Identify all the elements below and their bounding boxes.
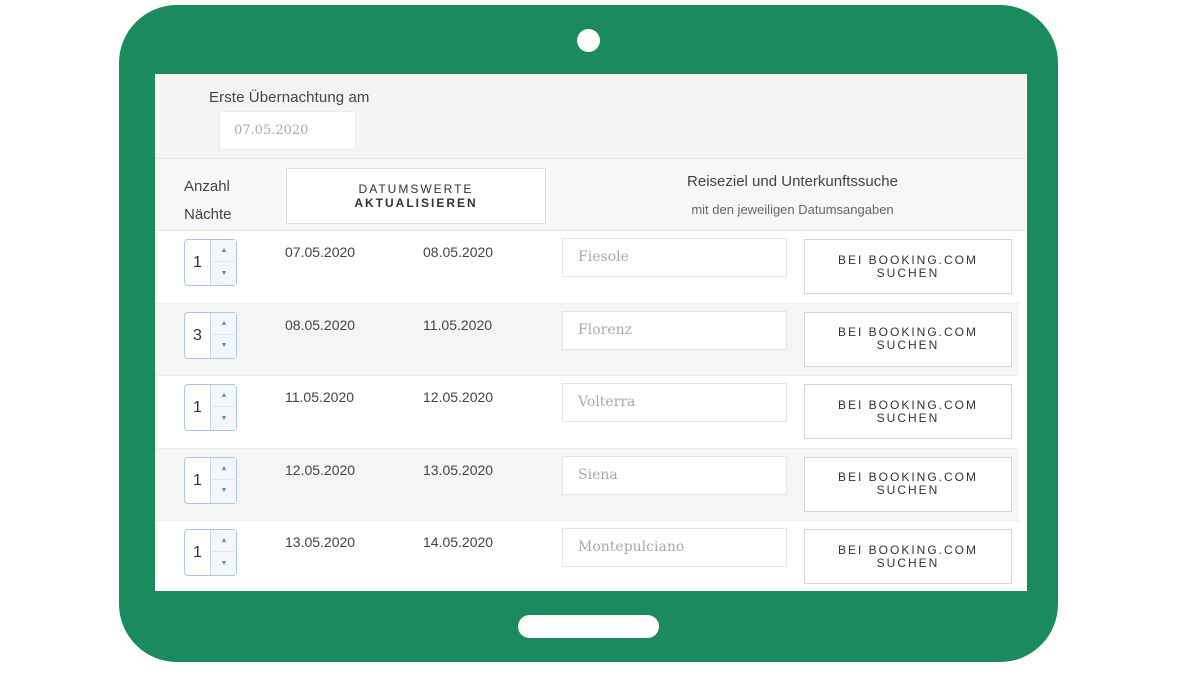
booking-button-line2: SUCHEN bbox=[876, 483, 940, 497]
triangle-up-icon[interactable]: ▲ bbox=[211, 240, 237, 262]
triangle-down-icon[interactable]: ▼ bbox=[211, 407, 237, 429]
screen: Erste Übernachtung am 07.05.2020 Anzahl … bbox=[155, 74, 1027, 591]
destination-input[interactable]: Siena bbox=[562, 455, 787, 495]
triangle-up-icon[interactable]: ▲ bbox=[211, 458, 237, 480]
triangle-down-icon[interactable]: ▼ bbox=[211, 480, 237, 502]
destination-input[interactable]: Volterra bbox=[562, 383, 787, 422]
triangle-down-icon[interactable]: ▼ bbox=[211, 552, 237, 574]
nights-stepper[interactable]: 1 ▲ ▼ bbox=[184, 529, 237, 576]
check-in-date: 07.05.2020 bbox=[285, 244, 356, 260]
booking-search-button[interactable]: BEI BOOKING.COM SUCHEN bbox=[804, 311, 1012, 367]
booking-button-line2: SUCHEN bbox=[876, 265, 940, 280]
nights-value[interactable]: 1 bbox=[185, 530, 210, 575]
table-row: 1 ▲ ▼ 12.05.2020 13.05.2020 Siena BEI BO… bbox=[155, 448, 1019, 521]
camera-icon bbox=[577, 29, 600, 52]
search-column-title: Reiseziel und Unterkunftssuche bbox=[687, 173, 898, 190]
stay-rows: 1 ▲ ▼ 07.05.2020 08.05.2020 Fiesole BEI … bbox=[155, 231, 1027, 591]
stepper-buttons: ▲ ▼ bbox=[210, 385, 237, 430]
table-header: Anzahl Nächte DATUMSWERTE AKTUALISIEREN … bbox=[155, 158, 1027, 231]
booking-button-line2: SUCHEN bbox=[876, 338, 940, 352]
check-out-date: 14.05.2020 bbox=[423, 534, 494, 550]
check-out-date: 13.05.2020 bbox=[423, 461, 494, 478]
triangle-up-icon[interactable]: ▲ bbox=[211, 530, 237, 552]
table-row: 3 ▲ ▼ 08.05.2020 11.05.2020 Florenz BEI … bbox=[155, 303, 1019, 376]
check-in-date: 13.05.2020 bbox=[285, 534, 356, 550]
booking-search-button[interactable]: BEI BOOKING.COM SUCHEN bbox=[804, 456, 1012, 512]
nights-value[interactable]: 1 bbox=[185, 240, 210, 285]
nights-value[interactable]: 1 bbox=[185, 385, 210, 430]
nights-stepper[interactable]: 1 ▲ ▼ bbox=[184, 456, 237, 504]
table-row: 1 ▲ ▼ 13.05.2020 14.05.2020 Montepulcian… bbox=[155, 521, 1019, 591]
nights-value[interactable]: 1 bbox=[185, 458, 210, 503]
first-night-date-input[interactable]: 07.05.2020 bbox=[219, 111, 356, 150]
booking-search-button[interactable]: BEI BOOKING.COM SUCHEN bbox=[804, 529, 1012, 584]
stepper-buttons: ▲ ▼ bbox=[210, 457, 237, 503]
booking-search-button[interactable]: BEI BOOKING.COM SUCHEN bbox=[804, 384, 1012, 439]
triangle-down-icon[interactable]: ▼ bbox=[211, 335, 237, 357]
check-in-date: 08.05.2020 bbox=[285, 316, 356, 333]
booking-search-button[interactable]: BEI BOOKING.COM SUCHEN bbox=[804, 239, 1012, 294]
table-row: 1 ▲ ▼ 11.05.2020 12.05.2020 Volterra BEI… bbox=[155, 376, 1019, 449]
check-in-date: 11.05.2020 bbox=[285, 389, 355, 405]
update-button-line1: DATUMSWERTE bbox=[358, 182, 474, 196]
update-button-line2: AKTUALISIEREN bbox=[354, 196, 478, 210]
search-column-subtitle: mit den jeweiligen Datumsangaben bbox=[691, 202, 894, 217]
update-dates-button[interactable]: DATUMSWERTE AKTUALISIEREN bbox=[286, 168, 546, 224]
nights-stepper[interactable]: 1 ▲ ▼ bbox=[184, 384, 237, 431]
triangle-down-icon[interactable]: ▼ bbox=[211, 262, 237, 284]
stepper-buttons: ▲ ▼ bbox=[210, 312, 237, 358]
destination-input[interactable]: Montepulciano bbox=[562, 528, 787, 567]
nights-header-line2: Nächte bbox=[184, 206, 232, 223]
booking-button-line2: SUCHEN bbox=[876, 555, 940, 570]
nights-stepper[interactable]: 1 ▲ ▼ bbox=[184, 239, 237, 286]
first-night-section: Erste Übernachtung am 07.05.2020 bbox=[155, 74, 1027, 158]
stepper-buttons: ▲ ▼ bbox=[210, 530, 237, 575]
triangle-up-icon[interactable]: ▲ bbox=[211, 385, 237, 407]
check-out-date: 12.05.2020 bbox=[423, 389, 494, 405]
booking-button-line1: BEI BOOKING.COM bbox=[837, 252, 978, 267]
nights-value[interactable]: 3 bbox=[185, 313, 210, 358]
stepper-buttons: ▲ ▼ bbox=[210, 240, 237, 285]
destination-input[interactable]: Florenz bbox=[562, 310, 787, 350]
triangle-up-icon[interactable]: ▲ bbox=[211, 313, 237, 335]
nights-stepper[interactable]: 3 ▲ ▼ bbox=[184, 311, 237, 359]
check-out-date: 08.05.2020 bbox=[423, 244, 494, 260]
booking-button-line1: BEI BOOKING.COM bbox=[837, 542, 978, 557]
destination-input[interactable]: Fiesole bbox=[562, 238, 787, 277]
home-button bbox=[518, 615, 659, 638]
booking-button-line2: SUCHEN bbox=[876, 410, 940, 425]
table-row: 1 ▲ ▼ 07.05.2020 08.05.2020 Fiesole BEI … bbox=[155, 231, 1019, 304]
nights-header-line1: Anzahl bbox=[184, 178, 230, 195]
booking-button-line1: BEI BOOKING.COM bbox=[837, 397, 978, 412]
check-out-date: 11.05.2020 bbox=[423, 316, 493, 333]
first-night-label: Erste Übernachtung am bbox=[209, 89, 370, 106]
check-in-date: 12.05.2020 bbox=[285, 461, 356, 478]
nights-column-header: Anzahl Nächte bbox=[184, 173, 254, 229]
